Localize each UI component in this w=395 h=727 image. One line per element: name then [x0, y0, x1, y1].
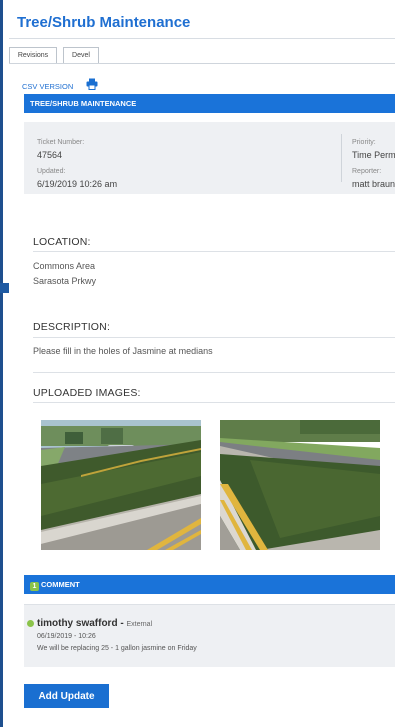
updated-label: Updated: — [37, 168, 66, 175]
comment-count-badge: 1 — [30, 582, 39, 591]
tab-bar: Revisions Devel — [9, 47, 395, 64]
left-blue-border — [0, 0, 3, 727]
tab-revisions[interactable]: Revisions — [9, 47, 57, 63]
images-heading: UPLOADED IMAGES: — [33, 387, 141, 399]
reporter-value: matt braun — [352, 179, 395, 189]
left-edge-marker — [0, 283, 9, 293]
title-divider — [9, 38, 395, 39]
csv-version-link[interactable]: CSV VERSION — [22, 82, 73, 91]
comment-header-bar: 1 COMMENT — [24, 575, 395, 594]
comment-text: We will be replacing 25 - 1 gallon jasmi… — [37, 645, 197, 652]
uploaded-image-1[interactable] — [41, 420, 201, 550]
images-divider — [33, 402, 395, 403]
comment-card: timothy swafford - External 06/19/2019 -… — [24, 604, 395, 667]
page-title: Tree/Shrub Maintenance — [17, 14, 191, 31]
ticket-number-label: Ticket Number: — [37, 139, 85, 146]
printer-icon[interactable] — [86, 78, 98, 90]
status-dot-icon — [27, 620, 34, 627]
location-line-1: Commons Area — [33, 261, 96, 271]
description-heading: DESCRIPTION: — [33, 321, 111, 333]
add-update-button[interactable]: Add Update — [24, 684, 109, 708]
location-line-2: Sarasota Prkwy — [33, 276, 97, 286]
location-divider — [33, 251, 395, 252]
reporter-label: Reporter: — [352, 168, 382, 175]
priority-value: Time Permi — [352, 150, 395, 160]
description-divider — [33, 337, 395, 338]
tab-devel[interactable]: Devel — [63, 47, 99, 63]
left-edge — [0, 0, 9, 727]
comment-author-type: External — [126, 621, 153, 628]
comment-author[interactable]: timothy swafford — [37, 618, 118, 629]
ticket-header-bar: TREE/SHRUB MAINTENANCE — [24, 94, 395, 113]
priority-label: Priority: — [352, 139, 376, 146]
comment-header-label: COMMENT — [41, 580, 80, 589]
updated-value: 6/19/2019 10:26 am — [37, 179, 118, 189]
comment-date: 06/19/2019 - 10:26 — [37, 633, 96, 640]
location-heading: LOCATION: — [33, 236, 91, 248]
comment-author-line: timothy swafford - External — [37, 618, 152, 629]
description-text: Please fill in the holes of Jasmine at m… — [33, 346, 213, 356]
images-top-divider — [33, 372, 395, 373]
ticket-number-value: 47564 — [37, 150, 63, 160]
ticket-panel: Tree/Shrub Maintenance Revisions Devel C… — [9, 0, 395, 727]
info-column-divider — [341, 134, 342, 182]
uploaded-image-2[interactable] — [220, 420, 380, 550]
ticket-info-box: Ticket Number: 47564 Updated: 6/19/2019 … — [24, 122, 395, 194]
